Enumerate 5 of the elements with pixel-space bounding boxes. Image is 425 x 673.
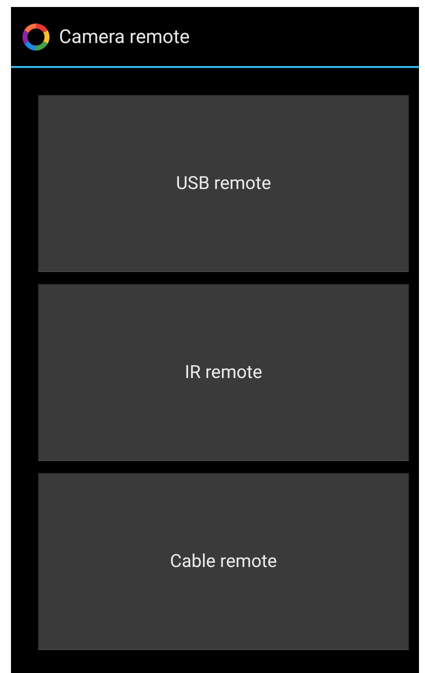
- remote-button[interactable]: IR remote: [38, 284, 409, 461]
- app-logo-icon: [21, 22, 51, 52]
- remote-button[interactable]: USB remote: [38, 95, 409, 272]
- remote-button[interactable]: Cable remote: [38, 473, 409, 650]
- app-title: Camera remote: [59, 25, 190, 48]
